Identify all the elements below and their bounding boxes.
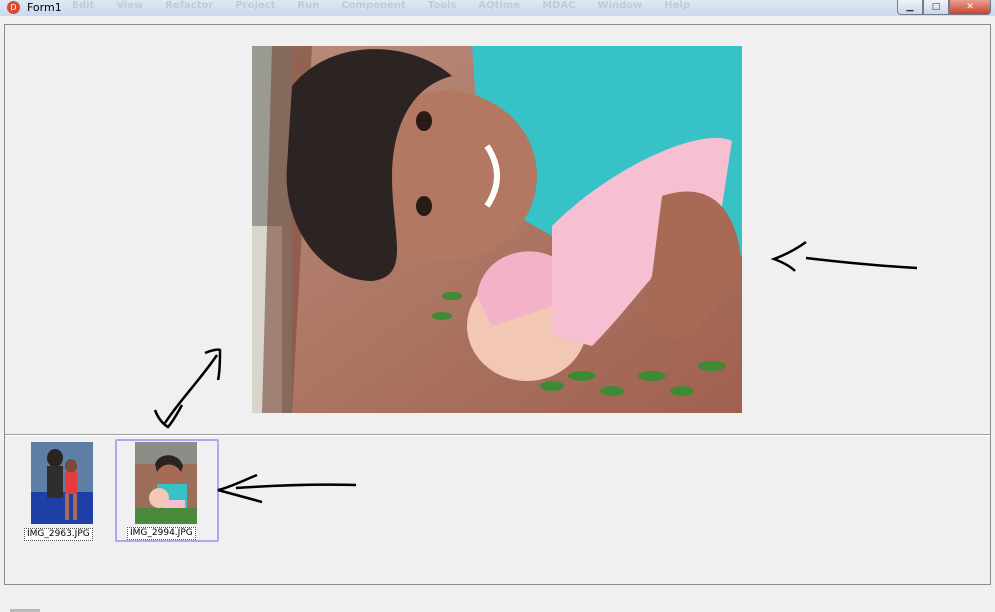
menu-item-component[interactable]: Component [341,0,405,16]
menu-item-refactor[interactable]: Refactor [165,0,213,16]
thumbnail-caption: IMG_2963.JPG [24,528,93,541]
menu-item-edit[interactable]: Edit [72,0,94,16]
menu-item-run[interactable]: Run [297,0,319,16]
thumbnail-item-selected[interactable]: IMG_2994.JPG [115,439,219,542]
window-title: Form1 [27,1,62,14]
title-bar: D Form1 Edit View Refactor Project Run C… [0,0,995,16]
app-icon: D [7,1,20,14]
menu-item-aqtime[interactable]: AQtime [478,0,520,16]
faded-menu-bar: Edit View Refactor Project Run Component… [70,0,690,16]
form-client-area: IMG_2963.JPG IMG_2994.JPG [4,24,991,612]
maximize-button[interactable]: □ [923,0,949,15]
menu-item-tools[interactable]: Tools [428,0,457,16]
close-button[interactable]: ✕ [949,0,991,15]
image-preview [252,46,742,413]
thumbnail-item[interactable]: IMG_2963.JPG [24,442,95,542]
menu-item-project[interactable]: Project [235,0,275,16]
menu-item-window[interactable]: Window [597,0,642,16]
minimize-button[interactable]: ▁ [897,0,923,15]
menu-item-view[interactable]: View [116,0,143,16]
thumbnail-image [31,442,93,524]
panel-splitter-highlight [5,435,990,436]
thumbnail-caption: IMG_2994.JPG [127,527,196,540]
menu-item-help[interactable]: Help [664,0,690,16]
menu-item-mdac[interactable]: MDAC [542,0,575,16]
window-controls: ▁ □ ✕ [897,0,991,15]
thumbnail-image [135,442,197,524]
